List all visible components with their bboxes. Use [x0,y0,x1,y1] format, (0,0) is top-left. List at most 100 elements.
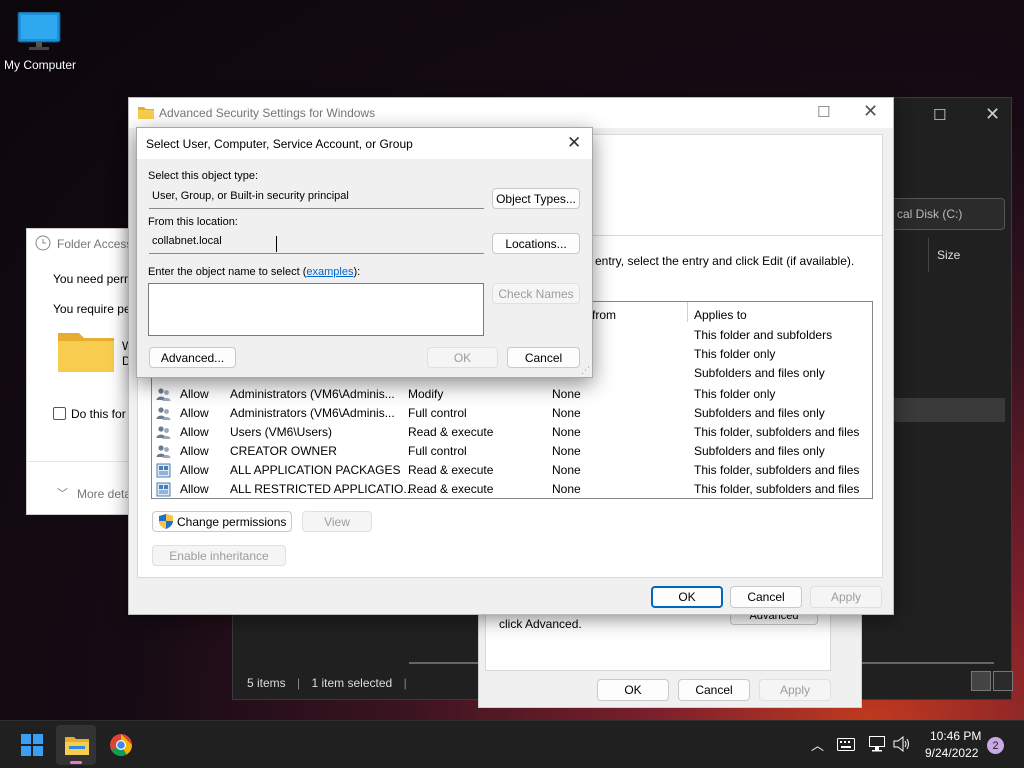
row-type: Allow [180,406,209,420]
row-access: Full control [408,444,467,458]
clock-icon [35,235,51,251]
locations-button[interactable]: Locations... [492,233,580,254]
row-type: Allow [180,444,209,458]
address-bar[interactable]: cal Disk (C:) [888,198,1005,230]
active-indicator [70,761,82,764]
folder-access-line2: You require pe [53,302,131,316]
examples-link[interactable]: examples [306,266,353,278]
advanced-button[interactable]: Advanced... [149,347,236,368]
ok-button[interactable]: OK [651,586,723,608]
properties-dialog: click Advanced. Advanced OK Cancel Apply [478,600,862,708]
change-permissions-button[interactable]: Change permissions [152,511,292,532]
clock-time[interactable]: 10:46 PM [930,729,981,743]
ok-button[interactable]: OK [597,679,669,701]
row-applies-to: This folder, subfolders and files [694,463,860,477]
apply-button: Apply [759,679,831,701]
desktop-icon-my-computer[interactable]: My Computer [0,8,80,78]
tiles-view-icon[interactable] [993,671,1013,691]
row-principal: CREATOR OWNER [230,444,337,458]
view-button: View [302,511,372,532]
instruction-text: entry, select the entry and click Edit (… [595,254,855,268]
row-type: Allow [180,387,209,401]
enable-inheritance-button: Enable inheritance [152,545,286,566]
notification-badge[interactable]: 2 [987,737,1004,754]
row-principal: Administrators (VM6\Adminis... [230,406,395,420]
status-separator: | [297,676,301,690]
row-access: Modify [408,387,444,401]
table-row[interactable]: Allow ALL RESTRICTED APPLICATIO... Read & … [152,480,872,498]
row-inherited-from: None [552,482,581,496]
row-type: Allow [180,482,209,496]
users-icon [156,388,171,401]
row-applies-to: Subfolders and files only [694,406,825,420]
do-this-checkbox[interactable] [53,407,66,420]
chevron-up-icon[interactable]: ︿ [811,735,824,754]
title-bar: Advanced Security Settings for Windows ☐… [129,98,893,128]
row-inherited-from: None [552,406,581,420]
row-principal: ALL APPLICATION PACKAGES [230,463,401,477]
keyboard-icon[interactable] [837,738,855,751]
table-row[interactable]: Allow Administrators (VM6\Adminis... Modif… [152,385,872,404]
chevron-down-icon[interactable]: ﹀ [57,485,68,501]
volume-icon[interactable] [893,736,911,752]
chrome-icon[interactable] [109,733,133,757]
row-inherited-from: None [552,425,581,439]
column-header-size[interactable]: Size [928,238,1003,272]
windows-start-icon[interactable] [21,734,43,756]
details-view-icon[interactable] [971,671,991,691]
cancel-button[interactable]: Cancel [507,347,580,368]
package-icon [156,463,171,478]
apply-button: Apply [810,586,882,608]
package-icon [156,482,171,497]
location-label: From this location: [148,216,238,228]
table-row[interactable]: Allow Users (VM6\Users) Read & execute None… [152,423,872,442]
more-details-link[interactable]: More deta [77,487,131,501]
row-principal: Administrators (VM6\Adminis... [230,387,395,401]
row-access: Read & execute [408,463,494,477]
row-inherited-from: None [552,387,581,401]
close-icon[interactable]: ✕ [863,101,878,122]
enter-name-label: Enter the object name to select (example… [148,266,360,278]
users-icon [156,407,171,420]
file-explorer-icon [65,737,89,755]
table-row[interactable]: Allow ALL APPLICATION PACKAGES Read & exec… [152,461,872,480]
row-applies-to: This folder, subfolders and files [694,482,860,496]
cancel-button[interactable]: Cancel [730,586,802,608]
dialog-title: Select User, Computer, Service Account, … [146,137,413,151]
window-title: Advanced Security Settings for Windows [159,106,376,120]
clock-date[interactable]: 9/24/2022 [925,746,978,760]
cancel-button[interactable]: Cancel [678,679,750,701]
enter-name-text: Enter the object name to select ( [148,266,307,278]
network-icon[interactable] [869,736,887,752]
object-name-input[interactable] [148,283,484,336]
row-type: Allow [180,425,209,439]
file-explorer-taskbar-button[interactable] [56,725,96,765]
folder-icon [58,333,114,372]
text-cursor-icon [276,236,277,252]
row-type: Allow [180,463,209,477]
object-type-field: User, Group, or Built-in security princi… [149,187,484,209]
title-bar: Select User, Computer, Service Account, … [137,128,592,159]
row-applies-to: This folder only [694,387,776,401]
row-access: Full control [408,406,467,420]
desktop-icon-label: My Computer [3,58,77,72]
table-row[interactable]: Allow Administrators (VM6\Adminis... Full … [152,404,872,423]
row-principal: ALL RESTRICTED APPLICATIO... [230,482,414,496]
close-icon[interactable]: ✕ [985,104,1000,125]
enter-name-suffix: ): [353,266,361,278]
object-types-button[interactable]: Object Types... [492,188,580,209]
partial-applies-cell: Subfolders and files only [694,366,825,380]
resize-grip-icon[interactable]: ⋰ [581,366,591,376]
row-principal: Users (VM6\Users) [230,425,333,439]
column-header-applies-to[interactable]: Applies to [694,308,747,322]
location-field: collabnet.local [149,232,484,254]
properties-text: click Advanced. [499,617,582,631]
close-icon[interactable]: ✕ [567,133,581,153]
row-access: Read & execute [408,425,494,439]
table-row[interactable]: Allow CREATOR OWNER Full control None Subfol… [152,442,872,461]
row-inherited-from: None [552,463,581,477]
status-bar: 5 items | 1 item selected | [247,676,415,690]
maximize-icon[interactable]: ☐ [817,103,830,121]
column-divider [687,302,688,322]
maximize-icon[interactable]: ☐ [933,106,946,124]
